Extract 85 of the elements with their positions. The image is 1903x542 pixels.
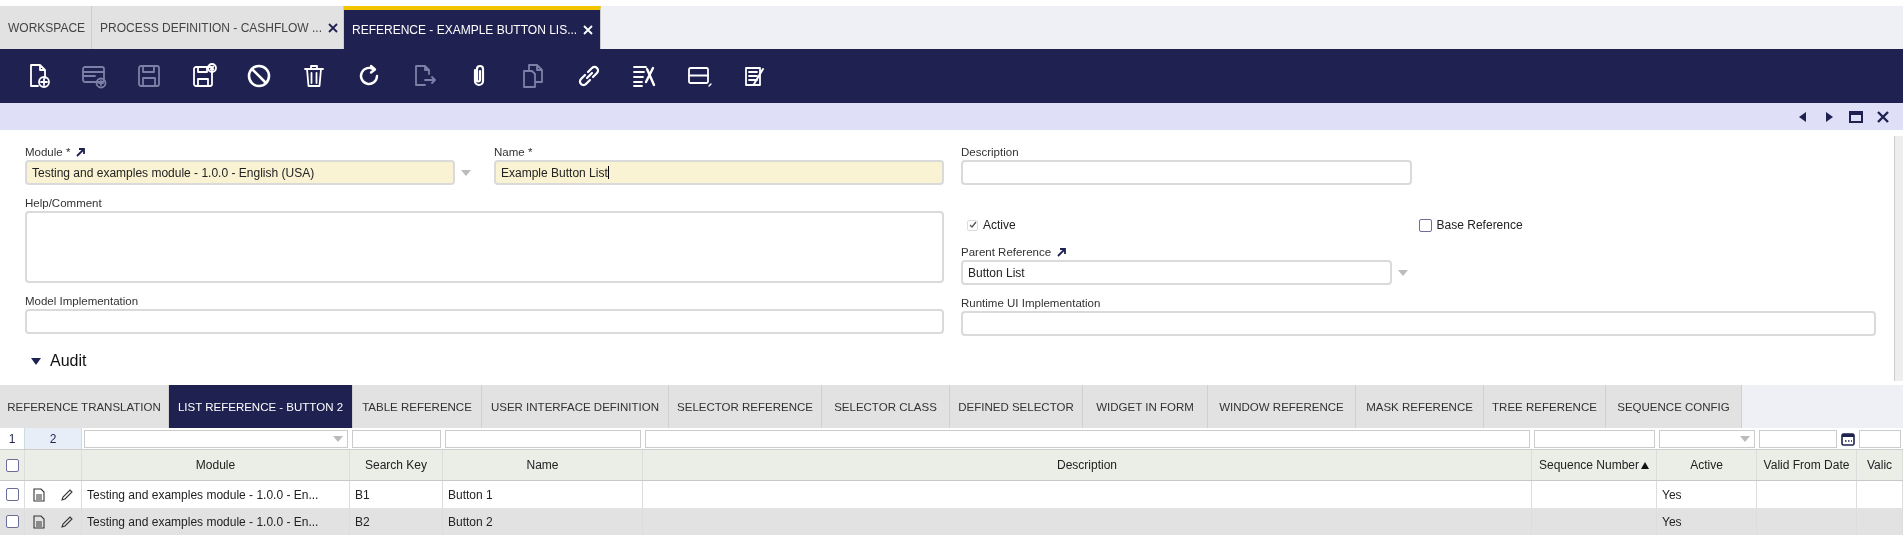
- field-label: Parent Reference: [961, 245, 1052, 258]
- sort-ascending-icon[interactable]: [1641, 461, 1650, 469]
- filter-field[interactable]: [1659, 429, 1755, 448]
- row-checkbox[interactable]: [5, 488, 19, 501]
- column-header[interactable]: Name: [443, 450, 643, 480]
- cancel-icon: [246, 63, 272, 89]
- checkbox[interactable]: [1418, 218, 1432, 232]
- help-comment-field[interactable]: [25, 211, 944, 283]
- column-header[interactable]: Sequence Number: [1532, 450, 1657, 480]
- link-arrow-icon[interactable]: [1056, 246, 1067, 257]
- save-icon: [136, 63, 162, 89]
- table-cell: Testing and examples module - 1.0.0 - En...: [87, 514, 319, 529]
- save-close-button[interactable]: [190, 62, 218, 90]
- name-field[interactable]: Example Button List: [494, 160, 944, 185]
- pencil-icon[interactable]: [59, 514, 74, 529]
- link-icon: [576, 63, 602, 89]
- filter-field[interactable]: [445, 429, 641, 448]
- subtab[interactable]: TREE REFERENCE: [1484, 385, 1606, 428]
- scrollbar[interactable]: [1894, 136, 1903, 381]
- filter-field[interactable]: [1759, 429, 1837, 448]
- table-cell: Yes: [1662, 514, 1682, 529]
- field-label: Description: [961, 145, 1019, 158]
- field-label: Module *: [25, 145, 71, 158]
- link-arrow-icon[interactable]: [75, 146, 86, 157]
- document-icon[interactable]: [32, 487, 45, 502]
- module-field[interactable]: Testing and examples module - 1.0.0 - English (USA): [25, 160, 456, 185]
- window-tab[interactable]: REFERENCE - EXAMPLE BUTTON LIS...: [344, 6, 601, 49]
- next-icon[interactable]: [1823, 110, 1835, 123]
- row-checkbox[interactable]: [5, 515, 19, 528]
- filter-field[interactable]: [84, 429, 348, 448]
- field-label: Model Implementation: [25, 294, 139, 307]
- section-header[interactable]: Audit: [50, 352, 87, 370]
- field-label: Help/Comment: [25, 196, 102, 209]
- close-icon[interactable]: [1877, 110, 1889, 123]
- subtab[interactable]: WIDGET IN FORM: [1083, 385, 1208, 428]
- filter-label: 2: [25, 428, 82, 449]
- subtab[interactable]: SELECTOR REFERENCE: [669, 385, 822, 428]
- delete-icon: [301, 63, 327, 89]
- subtab[interactable]: MASK REFERENCE: [1356, 385, 1484, 428]
- subtab[interactable]: LIST REFERENCE - BUTTON 2: [169, 385, 353, 428]
- previous-icon[interactable]: [1797, 110, 1809, 123]
- filter-field[interactable]: [352, 429, 441, 448]
- subtab[interactable]: REFERENCE TRANSLATION: [0, 385, 169, 428]
- filter-field[interactable]: [1534, 429, 1655, 448]
- window-tab[interactable]: PROCESS DEFINITION - CASHFLOW ...: [92, 6, 344, 49]
- column-header[interactable]: Search Key: [350, 450, 443, 480]
- tools-icon: [631, 63, 657, 89]
- subtab[interactable]: TABLE REFERENCE: [353, 385, 482, 428]
- subtab[interactable]: WINDOW REFERENCE: [1208, 385, 1356, 428]
- description-field[interactable]: [961, 160, 1412, 185]
- table-cell: Button 2: [448, 514, 493, 529]
- column-header[interactable]: Module: [82, 450, 350, 480]
- table-cell: B2: [355, 514, 370, 529]
- model-implementation-field[interactable]: [25, 309, 944, 334]
- table-cell: B1: [355, 487, 370, 502]
- subtab[interactable]: SELECTOR CLASS: [822, 385, 950, 428]
- table-cell: Yes: [1662, 487, 1682, 502]
- filter-field[interactable]: [1859, 429, 1901, 448]
- subtab[interactable]: SEQUENCE CONFIG: [1606, 385, 1742, 428]
- new-row-icon: [81, 63, 107, 89]
- field-label: Runtime UI Implementation: [961, 296, 1101, 309]
- filter-field[interactable]: [645, 429, 1530, 448]
- calendar-icon[interactable]: [1841, 431, 1855, 446]
- checkbox-label: Base Reference: [1436, 218, 1523, 232]
- pencil-icon[interactable]: [59, 487, 74, 502]
- select-all-checkbox[interactable]: [5, 458, 19, 472]
- column-header[interactable]: Active: [1657, 450, 1757, 480]
- cancel-button[interactable]: [245, 62, 273, 90]
- maximize-icon[interactable]: [1849, 110, 1863, 123]
- field-label: Name *: [494, 145, 533, 158]
- subtab[interactable]: DEFINED SELECTOR: [950, 385, 1083, 428]
- parent-reference-field[interactable]: Button List: [961, 260, 1392, 285]
- column-header[interactable]: Valic: [1857, 450, 1903, 480]
- collapse-arrow-icon[interactable]: [31, 357, 41, 365]
- window-tab[interactable]: WORKSPACE: [0, 6, 92, 49]
- checkbox-label: Active: [983, 218, 1016, 232]
- table-cell: Testing and examples module - 1.0.0 - En...: [87, 487, 319, 502]
- save-close-icon: [191, 63, 217, 89]
- close-icon[interactable]: [328, 22, 339, 33]
- document-icon[interactable]: [32, 514, 45, 529]
- column-header[interactable]: Description: [643, 450, 1532, 480]
- column-header[interactable]: Valid From Date: [1757, 450, 1857, 480]
- runtime-ui-implementation-field[interactable]: [961, 311, 1876, 336]
- table-cell: Button 1: [448, 487, 493, 502]
- subtab[interactable]: USER INTERFACE DEFINITION: [482, 385, 669, 428]
